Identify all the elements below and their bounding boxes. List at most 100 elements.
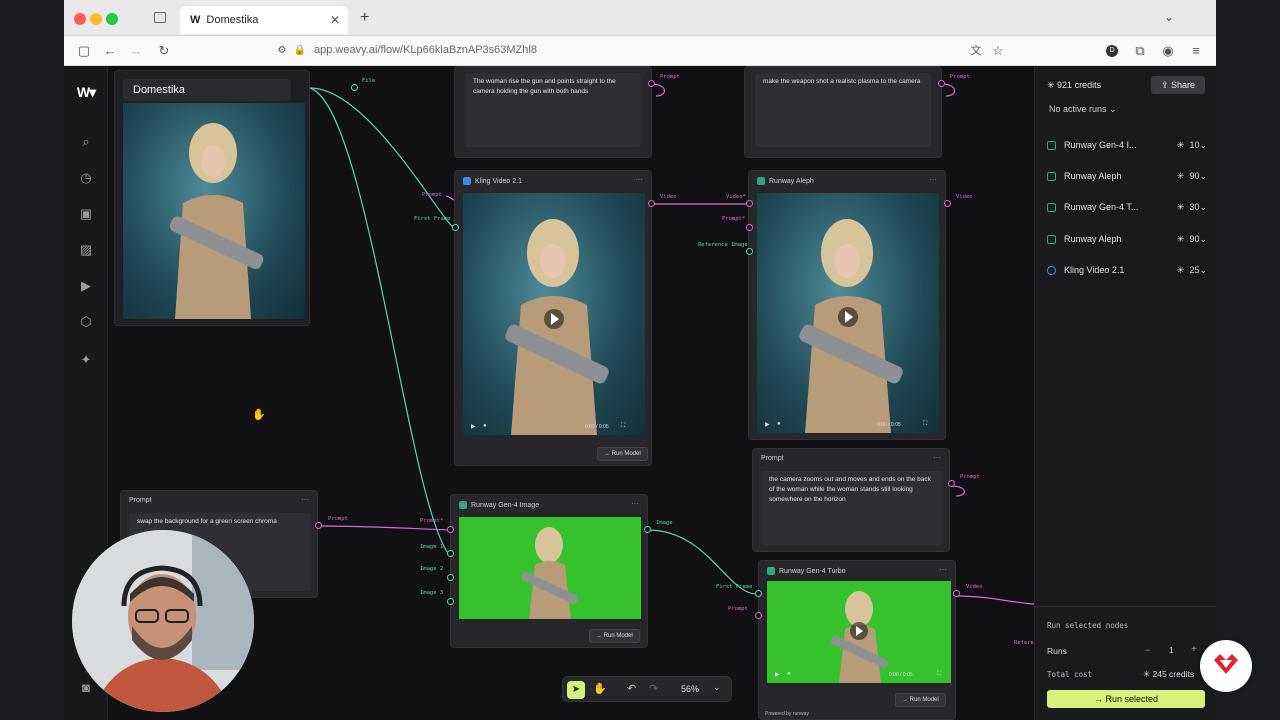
image2-input-port[interactable] — [447, 574, 454, 581]
redo-icon[interactable]: ↷ — [649, 682, 658, 695]
first-frame-port[interactable] — [755, 590, 762, 597]
image1-input-port[interactable] — [447, 550, 454, 557]
node-menu-icon[interactable]: ··· — [635, 175, 643, 184]
node-menu-icon[interactable]: ··· — [933, 453, 941, 462]
video-output-port[interactable] — [648, 200, 655, 207]
back-icon[interactable]: ← — [102, 43, 118, 59]
toolbox-icon[interactable]: ▣ — [76, 204, 96, 224]
history-icon[interactable]: ◷ — [76, 168, 96, 188]
prompt-output-port[interactable] — [938, 80, 945, 87]
fullscreen-icon[interactable]: ⛶ — [923, 421, 927, 428]
bookmark-star-icon[interactable]: ☆ — [990, 43, 1006, 59]
model-item[interactable]: Runway Gen-4 T... ✳ 30⌄ — [1047, 198, 1207, 216]
video-output-port[interactable] — [944, 200, 951, 207]
prompt-node-top-2[interactable]: make the weapon shot a realistc plasma t… — [744, 66, 942, 158]
video-output-label: Video — [966, 584, 983, 590]
image-preview[interactable] — [459, 517, 641, 619]
prompt-input-port[interactable] — [746, 224, 753, 231]
minimize-window-button[interactable] — [90, 13, 102, 25]
prompt-text[interactable]: make the weapon shot a realistc plasma t… — [755, 73, 931, 147]
play-icon[interactable]: ▶ — [471, 423, 476, 430]
extensions-icon[interactable]: ⧉ — [1132, 43, 1148, 59]
forward-icon[interactable]: → — [128, 43, 144, 59]
play-icon[interactable]: ▶ — [775, 671, 780, 678]
run-model-button[interactable]: → Run Model — [895, 693, 946, 707]
zoom-chevron-icon[interactable]: ⌄ — [713, 682, 721, 693]
node-menu-icon[interactable]: ··· — [301, 495, 309, 504]
seek-handle[interactable]: ● — [777, 421, 781, 427]
video-input-port[interactable] — [746, 200, 753, 207]
fullscreen-icon[interactable]: ⛶ — [621, 423, 625, 430]
runway-gen4-image-node[interactable]: Runway Gen-4 Image ··· → Run Model — [450, 494, 648, 648]
weavy-logo-icon[interactable]: W▾ — [76, 82, 96, 102]
image3-input-port[interactable] — [447, 598, 454, 605]
sidebar-toggle-icon[interactable]: ▢ — [76, 43, 92, 59]
prompt-input-port[interactable] — [447, 526, 454, 533]
video-models-icon[interactable]: ▶ — [76, 276, 96, 296]
run-selected-button[interactable]: → Run selected — [1047, 690, 1205, 708]
video-preview[interactable]: ▶ ● 0:00 / 0:05 ⛶ — [767, 581, 951, 683]
active-runs-dropdown[interactable]: No active runs ⌄ — [1049, 104, 1117, 115]
runway-gen4-turbo-node[interactable]: Runway Gen-4 Turbo ··· ▶ ● 0:00 / 0:05 ⛶ — [758, 560, 956, 720]
new-tab-icon[interactable]: + — [360, 9, 369, 27]
zoom-level[interactable]: 56% — [681, 684, 699, 694]
translate-icon[interactable]: 文 — [968, 43, 984, 59]
kling-video-node[interactable]: Kling Video 2.1 ··· ▶ ● 0:00 / 0:05 ⛶ → … — [454, 170, 652, 466]
site-info-icon[interactable]: ⚙ — [274, 43, 290, 59]
profile-avatar[interactable]: D — [1106, 45, 1118, 57]
prompt-text[interactable]: The woman rise the gun and points straig… — [465, 73, 641, 147]
image-node[interactable]: Domestika — [114, 70, 310, 326]
node-menu-icon[interactable]: ··· — [631, 499, 639, 508]
image-output-port[interactable] — [644, 526, 651, 533]
play-icon[interactable]: ▶ — [765, 421, 770, 428]
model-item[interactable]: Runway Aleph ✳ 90⌄ — [1047, 230, 1207, 248]
image-node-output-port[interactable] — [351, 84, 358, 91]
fullscreen-icon[interactable]: ⛶ — [937, 671, 941, 678]
image-models-icon[interactable]: ▨ — [76, 240, 96, 260]
menu-icon[interactable]: ≡ — [1188, 43, 1204, 59]
run-model-button[interactable]: → Run Model — [597, 447, 648, 461]
node-menu-icon[interactable]: ··· — [929, 175, 937, 184]
prompt-node-mid[interactable]: Prompt ··· the camera zooms out and move… — [752, 448, 950, 552]
seek-handle[interactable]: ● — [483, 423, 487, 429]
browser-tab[interactable]: W Domestika ✕ — [180, 6, 348, 34]
run-model-button[interactable]: → Run Model — [589, 629, 640, 643]
chevron-down-icon[interactable]: ⌄ — [1164, 10, 1174, 24]
undo-icon[interactable]: ↶ — [627, 682, 636, 695]
video-preview[interactable]: ▶ ● 0:00 / 0:05 ⛶ — [757, 193, 939, 433]
prompt-output-port[interactable] — [648, 80, 655, 87]
select-tool-icon[interactable]: ➤ — [567, 681, 585, 699]
node-menu-icon[interactable]: ··· — [939, 565, 947, 574]
prompt-node-top-1[interactable]: The woman rise the gun and points straig… — [454, 66, 652, 158]
prompt-output-port[interactable] — [315, 522, 322, 529]
account-icon[interactable]: ◉ — [1160, 43, 1176, 59]
close-window-button[interactable] — [74, 13, 86, 25]
share-button[interactable]: ⇪ Share — [1151, 76, 1205, 94]
url-bar[interactable]: app.weavy.ai/flow/KLp66klaBznAP3s63MZhl8 — [314, 44, 537, 56]
reference-image-port[interactable] — [746, 248, 753, 255]
reload-icon[interactable]: ↻ — [156, 43, 172, 59]
search-icon[interactable]: ⌕ — [76, 132, 96, 152]
prompt-text[interactable]: the camera zooms out and moves and ends … — [761, 471, 943, 545]
increment-runs-button[interactable]: + — [1191, 644, 1197, 655]
runs-value[interactable]: 1 — [1169, 645, 1174, 655]
model-item[interactable]: Kling Video 2.1 ✳ 25⌄ — [1047, 261, 1207, 279]
video-output-port[interactable] — [953, 590, 960, 597]
video-preview[interactable]: ▶ ● 0:00 / 0:05 ⛶ — [463, 193, 645, 435]
first-frame-port[interactable] — [452, 224, 459, 231]
node-title: Prompt — [761, 455, 784, 462]
3d-models-icon[interactable]: ⬡ — [76, 312, 96, 332]
model-item[interactable]: Runway Gen-4 I... ✳ 10⌄ — [1047, 136, 1207, 154]
prompt-input-port[interactable] — [755, 612, 762, 619]
close-tab-icon[interactable]: ✕ — [330, 13, 340, 27]
seek-handle[interactable]: ● — [787, 671, 791, 677]
decrement-runs-button[interactable]: − — [1145, 645, 1150, 655]
model-item[interactable]: Runway Aleph ✳ 90⌄ — [1047, 167, 1207, 185]
runway-aleph-node[interactable]: Runway Aleph ··· ▶ ● 0:00 / 0:05 ⛶ — [748, 170, 946, 440]
prompt-output-port[interactable] — [948, 480, 955, 487]
sparkle-icon[interactable]: ✦ — [76, 350, 96, 370]
discord-icon[interactable]: ◙ — [76, 678, 96, 698]
pan-tool-icon[interactable]: ✋ — [593, 682, 607, 695]
tab-overview-icon[interactable] — [154, 12, 166, 23]
maximize-window-button[interactable] — [106, 13, 118, 25]
